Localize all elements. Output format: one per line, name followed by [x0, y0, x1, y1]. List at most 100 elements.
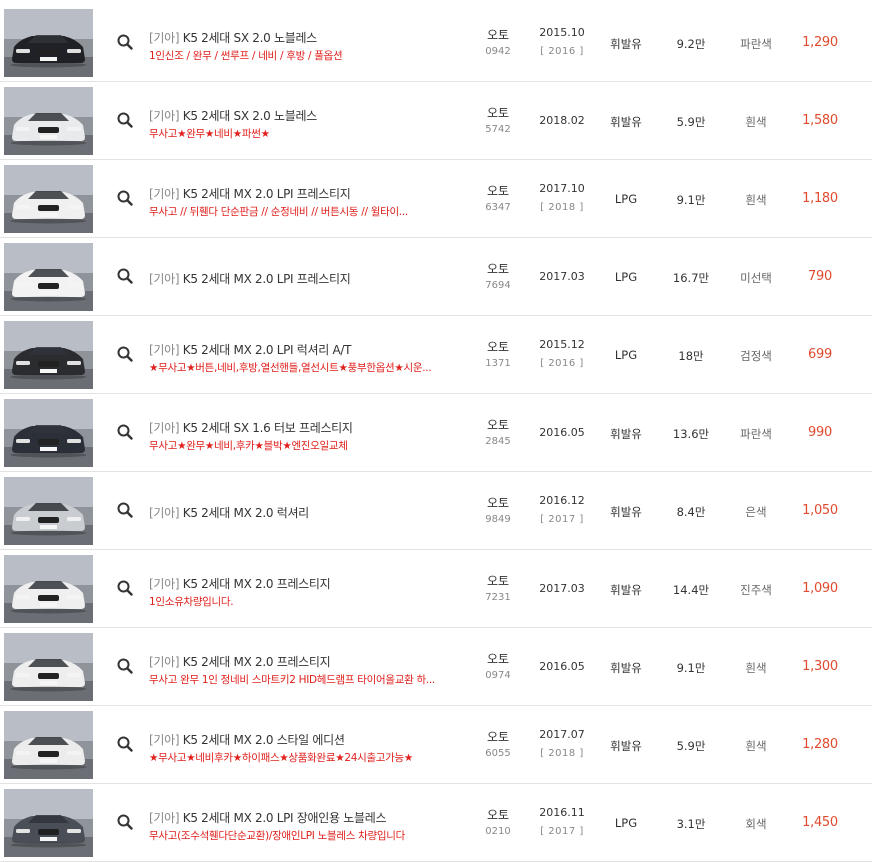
table-row[interactable]: [기아] K5 2세대 MX 2.0 LPI 프레스티지 오토 7694 201… [0, 238, 872, 316]
transmission: 오토 [486, 28, 510, 42]
car-color: 미선택 [740, 271, 772, 285]
car-photo[interactable] [4, 165, 93, 233]
listing-title[interactable]: [기아] K5 2세대 MX 2.0 럭셔리 [149, 504, 309, 521]
car-color: 진주색 [740, 583, 772, 597]
mileage: 9.2만 [676, 37, 706, 51]
search-icon[interactable] [116, 33, 134, 51]
car-photo[interactable] [4, 477, 93, 545]
listing-title[interactable]: [기아] K5 2세대 SX 2.0 노블레스 [149, 29, 317, 46]
registration-date: 2017.03 [539, 270, 585, 283]
car-color: 흰색 [745, 115, 767, 129]
listing-make: [기아] [149, 187, 180, 201]
mileage: 5.9만 [676, 739, 706, 753]
search-icon[interactable] [116, 189, 134, 207]
car-photo[interactable] [4, 399, 93, 467]
model-year: [ 2016 ] [540, 358, 584, 369]
listing-title[interactable]: [기아] K5 2세대 SX 2.0 노블레스 [149, 107, 317, 124]
search-icon[interactable] [116, 501, 134, 519]
search-icon[interactable] [116, 267, 134, 285]
search-icon[interactable] [116, 813, 134, 831]
price: 1,050 [802, 503, 838, 518]
listing-subtitle: 무사고★완무★네비,후카★블박★엔진오일교체 [149, 440, 348, 452]
car-photo[interactable] [4, 633, 93, 701]
search-icon[interactable] [116, 735, 134, 753]
table-row[interactable]: [기아] K5 2세대 MX 2.0 프레스티지 1인소유차량입니다. 오토 7… [0, 550, 872, 628]
fuel-type: 휘발유 [610, 37, 642, 51]
listing-title[interactable]: [기아] K5 2세대 MX 2.0 LPI 장애인용 노블레스 [149, 809, 387, 826]
listing-make: [기아] [149, 577, 180, 591]
price: 1,450 [802, 815, 838, 830]
listing-title[interactable]: [기아] K5 2세대 MX 2.0 스타일 에디션 [149, 731, 345, 748]
car-photo[interactable] [4, 789, 93, 857]
model-year: [ 2018 ] [540, 748, 584, 759]
fuel-type: 휘발유 [610, 115, 642, 129]
fuel-type: 휘발유 [610, 427, 642, 441]
car-color: 흰색 [745, 739, 767, 753]
registration-date: 2015.12 [539, 338, 585, 351]
search-icon[interactable] [116, 423, 134, 441]
listing-code: 5742 [485, 124, 511, 135]
registration-date: 2016.05 [539, 660, 585, 673]
car-photo[interactable] [4, 555, 93, 623]
table-row[interactable]: [기아] K5 2세대 MX 2.0 LPI 럭셔리 A/T ★무사고★버튼,네… [0, 316, 872, 394]
listing-title[interactable]: [기아] K5 2세대 MX 2.0 LPI 럭셔리 A/T [149, 341, 352, 358]
car-photo[interactable] [4, 321, 93, 389]
table-row[interactable]: [기아] K5 2세대 MX 2.0 럭셔리 오토 9849 2016.12 [… [0, 472, 872, 550]
transmission: 오토 [486, 808, 510, 822]
listing-model: K5 2세대 SX 2.0 노블레스 [182, 109, 317, 123]
car-photo[interactable] [4, 711, 93, 779]
listing-code: 2845 [485, 436, 511, 447]
fuel-type: LPG [614, 192, 638, 206]
table-row[interactable]: [기아] K5 2세대 MX 2.0 프레스티지 무사고 완무 1인 정네비 스… [0, 628, 872, 706]
table-row[interactable]: [기아] K5 2세대 SX 2.0 노블레스 1인신조 / 완무 / 썬루프 … [0, 4, 872, 82]
registration-date: 2016.12 [539, 494, 585, 507]
car-photo[interactable] [4, 9, 93, 77]
listing-title[interactable]: [기아] K5 2세대 SX 1.6 터보 프레스티지 [149, 419, 353, 436]
listing-subtitle: ★무사고★네비후카★하이패스★상품화완료★24시출고가능★ [149, 752, 413, 764]
listing-make: [기아] [149, 811, 180, 825]
car-photo[interactable] [4, 87, 93, 155]
listing-model: K5 2세대 MX 2.0 스타일 에디션 [182, 733, 345, 747]
search-icon[interactable] [116, 345, 134, 363]
listing-model: K5 2세대 MX 2.0 LPI 프레스티지 [182, 272, 351, 286]
registration-date: 2017.07 [539, 728, 585, 741]
registration-date: 2018.02 [539, 114, 585, 127]
fuel-type: 휘발유 [610, 505, 642, 519]
car-photo[interactable] [4, 243, 93, 311]
search-icon[interactable] [116, 657, 134, 675]
table-row[interactable]: [기아] K5 2세대 SX 1.6 터보 프레스티지 무사고★완무★네비,후카… [0, 394, 872, 472]
table-row[interactable]: [기아] K5 2세대 MX 2.0 스타일 에디션 ★무사고★네비후카★하이패… [0, 706, 872, 784]
price: 790 [808, 269, 832, 284]
search-icon[interactable] [116, 111, 134, 129]
listing-model: K5 2세대 SX 2.0 노블레스 [182, 31, 317, 45]
price: 1,180 [802, 191, 838, 206]
mileage: 18만 [678, 349, 704, 363]
listing-make: [기아] [149, 421, 180, 435]
listing-make: [기아] [149, 109, 180, 123]
fuel-type: LPG [614, 348, 638, 362]
fuel-type: 휘발유 [610, 583, 642, 597]
model-year: [ 2017 ] [540, 826, 584, 837]
car-color: 흰색 [745, 193, 767, 207]
transmission: 오토 [486, 262, 510, 276]
table-row[interactable]: [기아] K5 2세대 MX 2.0 LPI 프레스티지 무사고 // 뒤휀다 … [0, 160, 872, 238]
price: 990 [808, 425, 832, 440]
search-icon[interactable] [116, 579, 134, 597]
listing-title[interactable]: [기아] K5 2세대 MX 2.0 프레스티지 [149, 653, 331, 670]
listing-title[interactable]: [기아] K5 2세대 MX 2.0 LPI 프레스티지 [149, 270, 351, 287]
listing-title[interactable]: [기아] K5 2세대 MX 2.0 LPI 프레스티지 [149, 185, 351, 202]
car-color: 회색 [745, 817, 767, 831]
table-row[interactable]: [기아] K5 2세대 MX 2.0 LPI 장애인용 노블레스 무사고(조수석… [0, 784, 872, 862]
listing-title[interactable]: [기아] K5 2세대 MX 2.0 프레스티지 [149, 575, 331, 592]
registration-date: 2016.11 [539, 806, 585, 819]
transmission: 오토 [486, 340, 510, 354]
registration-date: 2015.10 [539, 26, 585, 39]
listing-make: [기아] [149, 655, 180, 669]
price: 1,580 [802, 113, 838, 128]
listing-code: 6055 [485, 748, 511, 759]
listing-make: [기아] [149, 506, 180, 520]
mileage: 5.9만 [676, 115, 706, 129]
listing-make: [기아] [149, 31, 180, 45]
table-row[interactable]: [기아] K5 2세대 SX 2.0 노블레스 무사고★완무★네비★파썬★ 오토… [0, 82, 872, 160]
model-year: [ 2018 ] [540, 202, 584, 213]
